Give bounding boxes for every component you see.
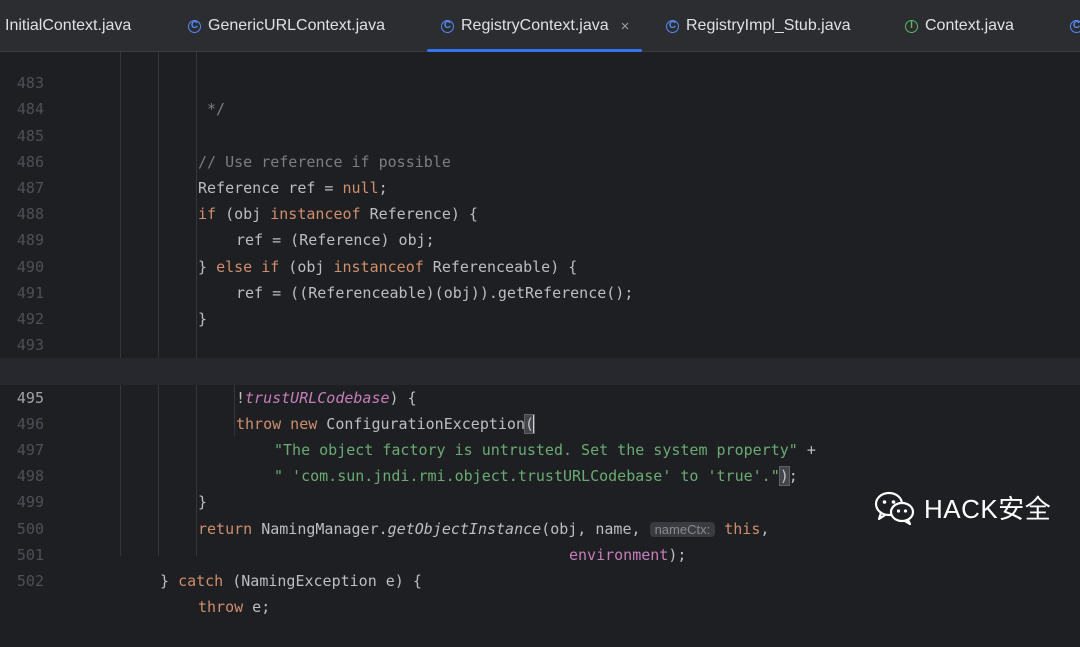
tab-label: InitialContext.java [5, 17, 132, 34]
code-text: } catch (NamingException e) { [160, 572, 422, 590]
code-line: 497 " 'com.sun.jndi.rmi.object.trustURLC… [0, 411, 1080, 487]
code-line: 488 ref = (Reference) obj; [0, 175, 1080, 249]
wechat-icon [874, 491, 915, 525]
code-text: throw e; [198, 598, 271, 617]
tab-label: Context.java [925, 17, 1014, 34]
code-line: 489 } else if (obj instanceof Referencea… [0, 201, 1080, 275]
class-icon: C [666, 19, 679, 33]
code-line: 486 Reference ref = null; [0, 123, 1080, 197]
code-line: 484 [0, 70, 1080, 118]
code-line: 485 // Use reference if possible [0, 96, 1080, 171]
code-line: 502 throw e; [0, 542, 1080, 616]
code-line: 494 !trustURLCodebase) { [0, 332, 1080, 406]
watermark: HACK安全 [874, 489, 1051, 526]
code-line: 491 } [0, 254, 1080, 328]
class-icon: C [1070, 19, 1080, 33]
tab-label: RegistryImpl_Stub.java [686, 17, 851, 34]
watermark-text: HACK安全 [924, 494, 1052, 524]
tab-label: RegistryContext.java [461, 17, 609, 34]
class-icon: C [188, 19, 201, 33]
code-line: 496 "The object factory is untrusted. Se… [0, 385, 1080, 459]
line-number: 502 [16, 572, 44, 590]
code-line-current: 495 throw new ConfigurationException( [0, 358, 1080, 434]
code-editor[interactable]: 483 */ 484 485 // Use reference if possi… [0, 52, 1080, 616]
close-icon[interactable]: × [621, 18, 630, 35]
code-line: 499 return NamingManager.getObjectInstan… [0, 463, 1080, 537]
code-line: 483 */ [0, 44, 1080, 118]
code-line: 498 } [0, 437, 1080, 511]
interface-icon: I [905, 19, 918, 33]
code-line: 493 if (ref != null && ref.getFactoryCla… [0, 306, 1080, 380]
tab-label: GenericURLContext.java [208, 17, 385, 34]
code-line: 487 if (obj instanceof Reference) { [0, 149, 1080, 223]
code-line: 490 ref = ((Referenceable)(obj)).getRefe… [0, 227, 1080, 302]
class-icon: C [441, 19, 454, 33]
code-line: 492 [0, 280, 1080, 328]
